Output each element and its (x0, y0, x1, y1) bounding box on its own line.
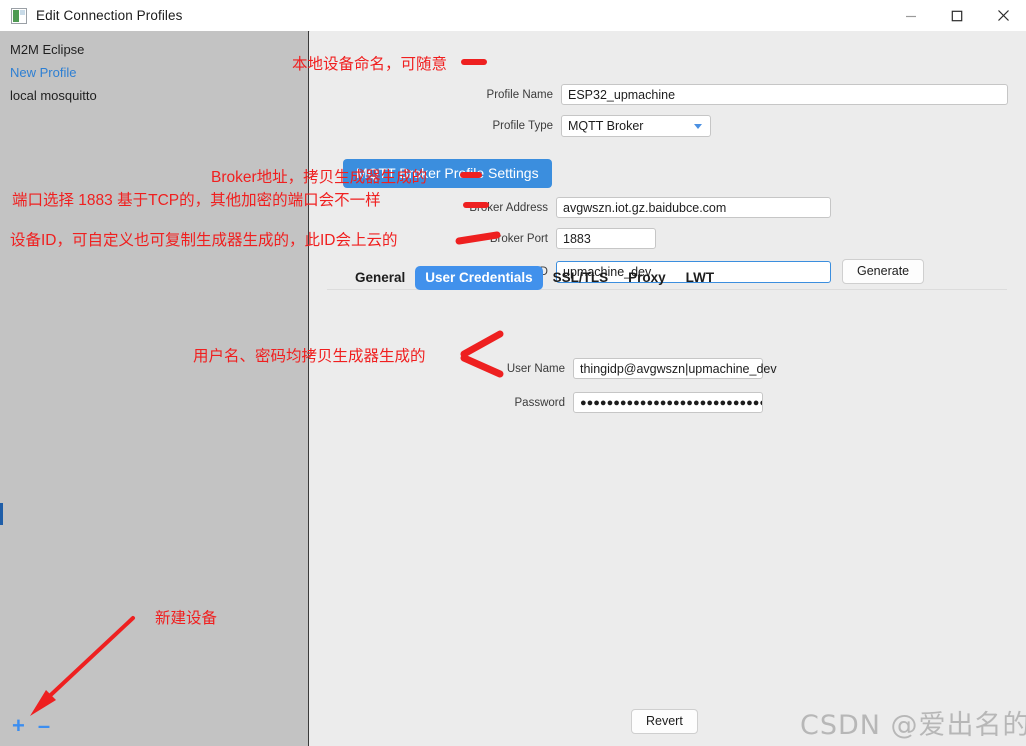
edit-connection-profiles-window: Edit Connection Profiles M2M Eclipse New… (0, 0, 1026, 746)
credentials-tab-bar: General User Credentials SSL/TLS Proxy L… (345, 266, 724, 290)
sidebar-item-local-mosquitto[interactable]: local mosquitto (0, 84, 308, 107)
generate-client-id-button[interactable]: Generate (842, 259, 925, 284)
tab-proxy[interactable]: Proxy (618, 266, 676, 290)
user-name-row: User Name thingidp@avgwszn|upmachine_dev (490, 358, 777, 379)
broker-port-label: Broker Port (489, 232, 548, 245)
profile-name-row: Profile Name ESP32_upmachine (479, 84, 1008, 105)
close-icon[interactable] (980, 0, 1026, 31)
annotation-broker-port: 端口选择 1883 基于TCP的，其他加密的端口会不一样 (12, 192, 381, 209)
password-input[interactable]: ●●●●●●●●●●●●●●●●●●●●●●●●●●●● (573, 392, 763, 413)
broker-port-row: Broker Port 1883 (456, 228, 656, 249)
maximize-icon[interactable] (934, 0, 980, 31)
user-name-label: User Name (506, 362, 565, 375)
sidebar-toolbar: + – (12, 715, 50, 737)
tab-lwt[interactable]: LWT (676, 266, 725, 290)
sidebar-item-new-profile[interactable]: New Profile (0, 61, 308, 84)
sidebar-scroll-marker (0, 503, 3, 525)
broker-port-input[interactable]: 1883 (556, 228, 656, 249)
annotation-broker-address: Broker地址，拷贝生成器生成的 (211, 169, 428, 186)
window-title: Edit Connection Profiles (36, 8, 183, 23)
chevron-down-icon (694, 123, 702, 129)
minimize-icon[interactable] (888, 0, 934, 31)
profile-name-input[interactable]: ESP32_upmachine (561, 84, 1008, 105)
profile-list: M2M Eclipse New Profile local mosquitto (0, 31, 308, 107)
profile-editor-panel: MQTT .ORG Profile Name ESP32_upmachine P… (310, 31, 1026, 746)
annotation-new-device: 新建设备 (155, 610, 218, 627)
broker-address-input[interactable]: avgwszn.iot.gz.baidubce.com (556, 197, 831, 218)
profiles-sidebar: M2M Eclipse New Profile local mosquitto … (0, 31, 309, 746)
app-window-icon (11, 7, 27, 24)
title-bar: Edit Connection Profiles (0, 0, 1026, 32)
password-row: Password ●●●●●●●●●●●●●●●●●●●●●●●●●●●● (490, 392, 763, 413)
broker-address-row: Broker Address avgwszn.iot.gz.baidubce.c… (456, 197, 831, 218)
annotation-profile-name: 本地设备命名，可随意 (292, 56, 448, 73)
revert-button[interactable]: Revert (631, 709, 698, 734)
profile-type-row: Profile Type MQTT Broker (479, 115, 711, 137)
broker-address-label: Broker Address (469, 201, 548, 214)
annotation-credentials: 用户名、密码均拷贝生成器生成的 (193, 348, 426, 365)
add-profile-icon[interactable]: + (12, 715, 25, 737)
password-label: Password (514, 396, 566, 409)
user-name-input[interactable]: thingidp@avgwszn|upmachine_dev (573, 358, 777, 379)
window-controls (888, 0, 1026, 31)
tab-user-credentials[interactable]: User Credentials (415, 266, 543, 290)
remove-profile-icon[interactable]: – (38, 715, 50, 737)
tab-ssl-tls[interactable]: SSL/TLS (543, 266, 619, 290)
tab-general[interactable]: General (345, 266, 415, 290)
watermark: CSDN @爱出名的狗腿子 (800, 710, 1026, 741)
profile-name-label: Profile Name (486, 88, 553, 101)
annotation-client-id: 设备ID，可自定义也可复制生成器生成的，此ID会上云的 (10, 232, 398, 249)
profile-type-select[interactable]: MQTT Broker (561, 115, 711, 137)
sidebar-item-m2m-eclipse[interactable]: M2M Eclipse (0, 38, 308, 61)
profile-type-value: MQTT Broker (568, 119, 644, 133)
profile-type-label: Profile Type (492, 120, 553, 132)
